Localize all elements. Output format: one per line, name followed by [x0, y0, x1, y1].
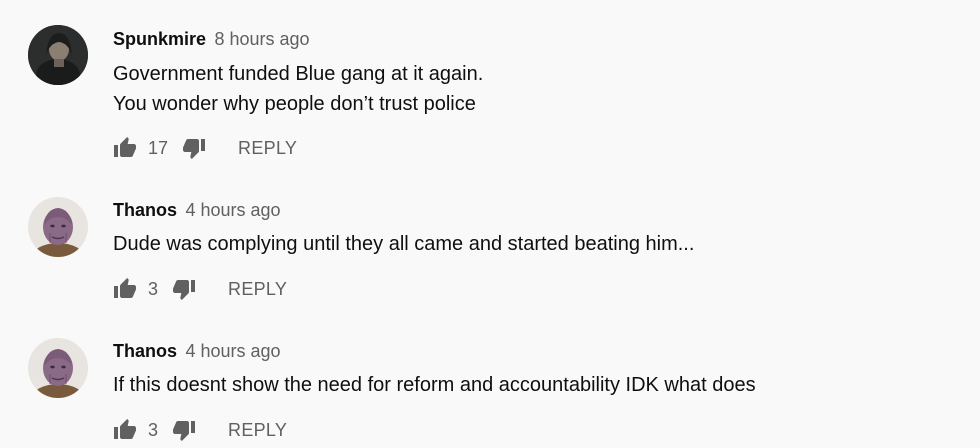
avatar[interactable]: [28, 197, 88, 257]
comment-header: Thanos 4 hours ago: [113, 198, 281, 224]
thanos-face-avatar: [28, 197, 88, 257]
like-count: 3: [148, 278, 159, 299]
comment-toolbar: 3 REPLY: [113, 274, 287, 304]
author-name[interactable]: Thanos: [113, 200, 177, 220]
comment-text: Government funded Blue gang at it again.…: [113, 59, 483, 119]
comment-thread: Spunkmire 8 hours ago Government funded …: [0, 0, 980, 448]
comment-line: Dude was complying until they all came a…: [113, 233, 695, 255]
author-name[interactable]: Spunkmire: [113, 29, 206, 49]
reply-button[interactable]: REPLY: [228, 279, 287, 300]
thumbs-up-icon[interactable]: [113, 418, 137, 442]
timestamp[interactable]: 8 hours ago: [214, 29, 309, 49]
thumbs-up-icon[interactable]: [113, 277, 137, 301]
thumbs-down-icon[interactable]: [172, 418, 196, 442]
timestamp[interactable]: 4 hours ago: [185, 200, 280, 220]
comment-text: If this doesnt show the need for reform …: [113, 370, 756, 400]
dark-hooded-figure-avatar: [28, 25, 88, 85]
avatar[interactable]: [28, 25, 88, 85]
comment-line: You wonder why people don’t trust police: [113, 93, 476, 115]
thumbs-down-icon[interactable]: [182, 136, 206, 160]
avatar[interactable]: [28, 338, 88, 398]
comment-toolbar: 17 REPLY: [113, 133, 297, 163]
thumbs-up-icon[interactable]: [113, 136, 137, 160]
comment-line: Government funded Blue gang at it again.: [113, 63, 484, 85]
reply-button[interactable]: REPLY: [228, 420, 287, 441]
like-count: 3: [148, 419, 159, 440]
comment-toolbar: 3 REPLY: [113, 415, 287, 445]
reply-button[interactable]: REPLY: [238, 138, 297, 159]
comment-line: If this doesnt show the need for reform …: [113, 374, 756, 396]
comment-header: Thanos 4 hours ago: [113, 339, 281, 365]
timestamp[interactable]: 4 hours ago: [185, 341, 280, 361]
thumbs-down-icon[interactable]: [172, 277, 196, 301]
like-count: 17: [148, 137, 169, 158]
thanos-face-avatar: [28, 338, 88, 398]
comment-header: Spunkmire 8 hours ago: [113, 27, 310, 53]
author-name[interactable]: Thanos: [113, 341, 177, 361]
comment-text: Dude was complying until they all came a…: [113, 229, 694, 259]
